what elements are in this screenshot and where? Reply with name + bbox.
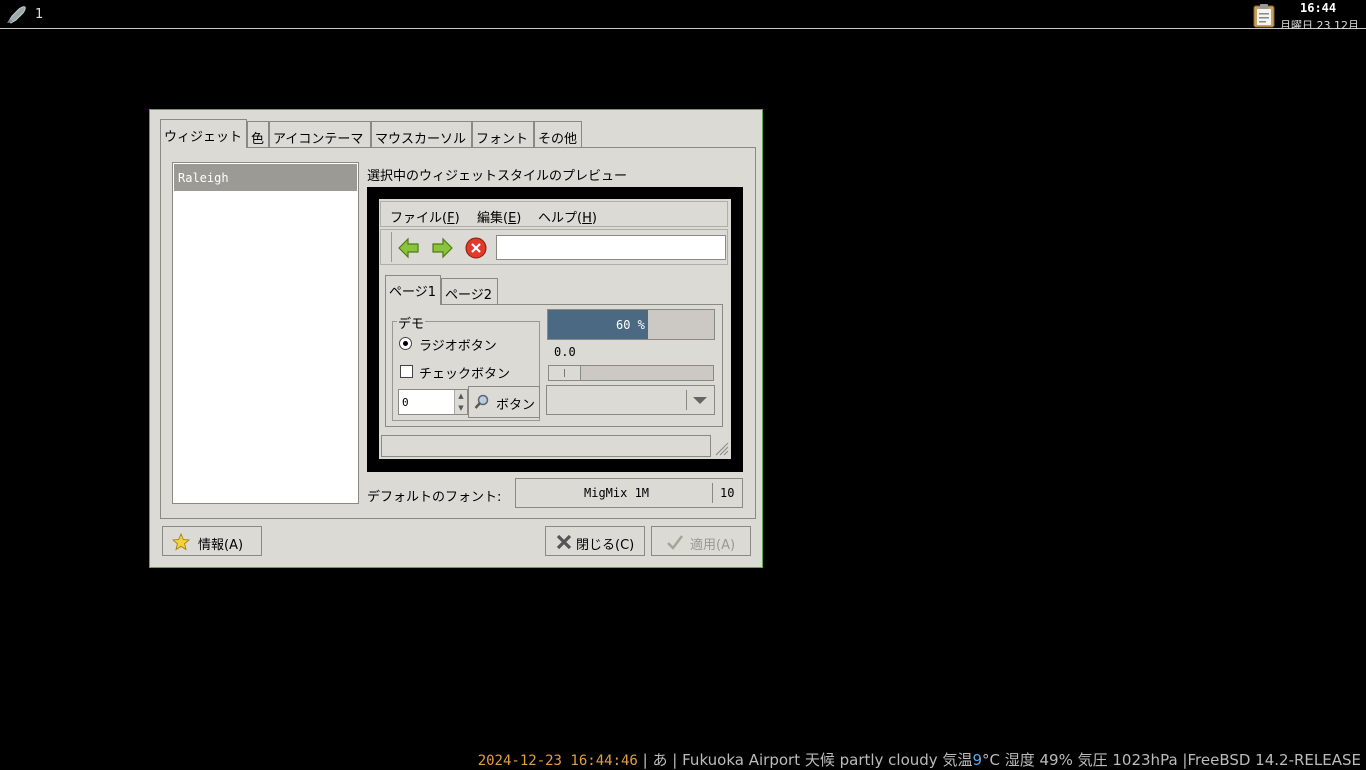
preview-toolbar [380, 229, 728, 265]
about-button[interactable]: 情報(A) [162, 526, 262, 556]
menu-label: 編集(E) [477, 211, 522, 226]
clipboard-icon[interactable] [1253, 3, 1275, 28]
tab-color[interactable]: 色 [247, 121, 269, 147]
about-button-label: 情報(A) [198, 538, 244, 553]
combo-separator [686, 390, 687, 410]
preview-label: 選択中のウィジェットスタイルのプレビュー [367, 169, 628, 184]
status-os: FreeBSD 14.2-RELEASE [1187, 751, 1361, 769]
forward-arrow-icon[interactable] [430, 236, 454, 260]
horizontal-scrollbar[interactable] [548, 365, 714, 381]
radio-button[interactable] [399, 337, 412, 350]
menu-label: ファイル(F) [390, 211, 460, 226]
preview-button-label: ボタン [496, 398, 536, 413]
top-panel: 1 16:44 月曜日 23 12月 [0, 0, 1366, 29]
workspace-number[interactable]: 1 [35, 7, 43, 22]
rocket-menu-icon[interactable] [5, 5, 27, 25]
font-name: MigMix 1M [584, 486, 650, 500]
apply-button[interactable]: 適用(A) [651, 526, 751, 556]
close-icon [556, 534, 572, 550]
theme-list-item-selected[interactable]: Raleigh [174, 164, 357, 191]
progress-text: 60 % [616, 318, 645, 332]
status-datetime: 2024-12-23 16:44:46 [477, 753, 638, 769]
status-separator: | [672, 751, 678, 769]
back-arrow-icon[interactable] [397, 236, 421, 260]
status-weather-suffix: °C 湿度 49% 気圧 1023hPa [982, 751, 1178, 769]
scale-value: 0.0 [554, 345, 576, 359]
preview-menu-help[interactable]: ヘルプ(H) [538, 207, 597, 226]
preview-menu-edit[interactable]: 編集(E) [477, 207, 521, 226]
preview-text-entry[interactable] [496, 235, 726, 260]
search-icon [474, 394, 489, 409]
resize-grip-icon[interactable] [712, 435, 730, 457]
check-button[interactable] [400, 365, 413, 378]
menu-label: ヘルプ(H) [538, 211, 597, 226]
status-weather-prefix: Fukuoka Airport 天候 partly cloudy 気温 [682, 751, 973, 769]
tab-other[interactable]: その他 [534, 121, 582, 147]
font-chooser-button[interactable]: MigMix 1M 10 [515, 478, 743, 508]
demo-frame-label: デモ [397, 313, 426, 332]
appearance-settings-window: ウィジェット 色 アイコンテーマ マウスカーソル フォント その他 Raleig… [149, 109, 763, 568]
checkmark-icon [667, 535, 683, 550]
widget-tab-panel: Raleigh 選択中のウィジェットスタイルのプレビュー ファイル(F) 編集(… [160, 147, 756, 519]
apply-button-label: 適用(A) [690, 538, 736, 553]
preview-button[interactable]: ボタン [468, 386, 540, 418]
combo-box[interactable] [546, 385, 715, 415]
spin-value: 0 [402, 396, 409, 409]
toolbar-grip[interactable] [385, 232, 392, 262]
tab-mouse-cursor[interactable]: マウスカーソル [371, 121, 472, 147]
preview-tab-page1[interactable]: ページ1 [385, 275, 441, 305]
spin-button[interactable]: 0 ▲ ▼ [398, 389, 468, 415]
progress-bar: 60 % [547, 309, 715, 340]
status-separator: | [642, 751, 648, 769]
status-temperature: 9 [972, 751, 982, 769]
preview-statusbar [381, 435, 711, 457]
chevron-down-icon[interactable] [693, 397, 707, 404]
tab-font[interactable]: フォント [472, 121, 534, 147]
clock-date: 月曜日 23 12月 [1280, 19, 1359, 29]
demo-frame: デモ ラジオボタン チェックボタン 0 ▲ ▼ ボタン [392, 313, 540, 421]
preview-menu-file[interactable]: ファイル(F) [390, 207, 460, 226]
check-label[interactable]: チェックボタン [419, 363, 510, 382]
radio-label[interactable]: ラジオボタン [419, 335, 497, 354]
preview-menubar: ファイル(F) 編集(E) ヘルプ(H) [380, 201, 728, 227]
system-status-line: 2024-12-23 16:44:46 | あ | Fukuoka Airpor… [478, 749, 1361, 770]
tab-icon-theme[interactable]: アイコンテーマ [269, 121, 371, 147]
preview-frame: ファイル(F) 編集(E) ヘルプ(H) ページ1 ページ2 デモ ラジオボタン… [367, 187, 743, 472]
close-button[interactable]: 閉じる(C) [545, 526, 645, 556]
theme-list[interactable]: Raleigh [172, 162, 359, 504]
spin-arrows[interactable]: ▲ ▼ [454, 390, 467, 414]
clock-time[interactable]: 16:44 [1300, 1, 1336, 15]
tab-widget[interactable]: ウィジェット [160, 119, 247, 148]
stop-icon[interactable] [464, 236, 488, 260]
star-icon [172, 533, 190, 551]
default-font-label: デフォルトのフォント: [367, 490, 502, 505]
font-size: 10 [720, 486, 735, 500]
preview-notebook-page: デモ ラジオボタン チェックボタン 0 ▲ ▼ ボタン 60 % 0.0 [385, 304, 723, 427]
status-ime: あ [652, 751, 668, 769]
preview-tab-page2[interactable]: ページ2 [441, 278, 498, 304]
close-button-label: 閉じる(C) [576, 538, 635, 553]
scrollbar-thumb[interactable] [549, 366, 581, 380]
font-separator [712, 483, 713, 503]
preview-area: ファイル(F) 編集(E) ヘルプ(H) ページ1 ページ2 デモ ラジオボタン… [379, 199, 731, 459]
